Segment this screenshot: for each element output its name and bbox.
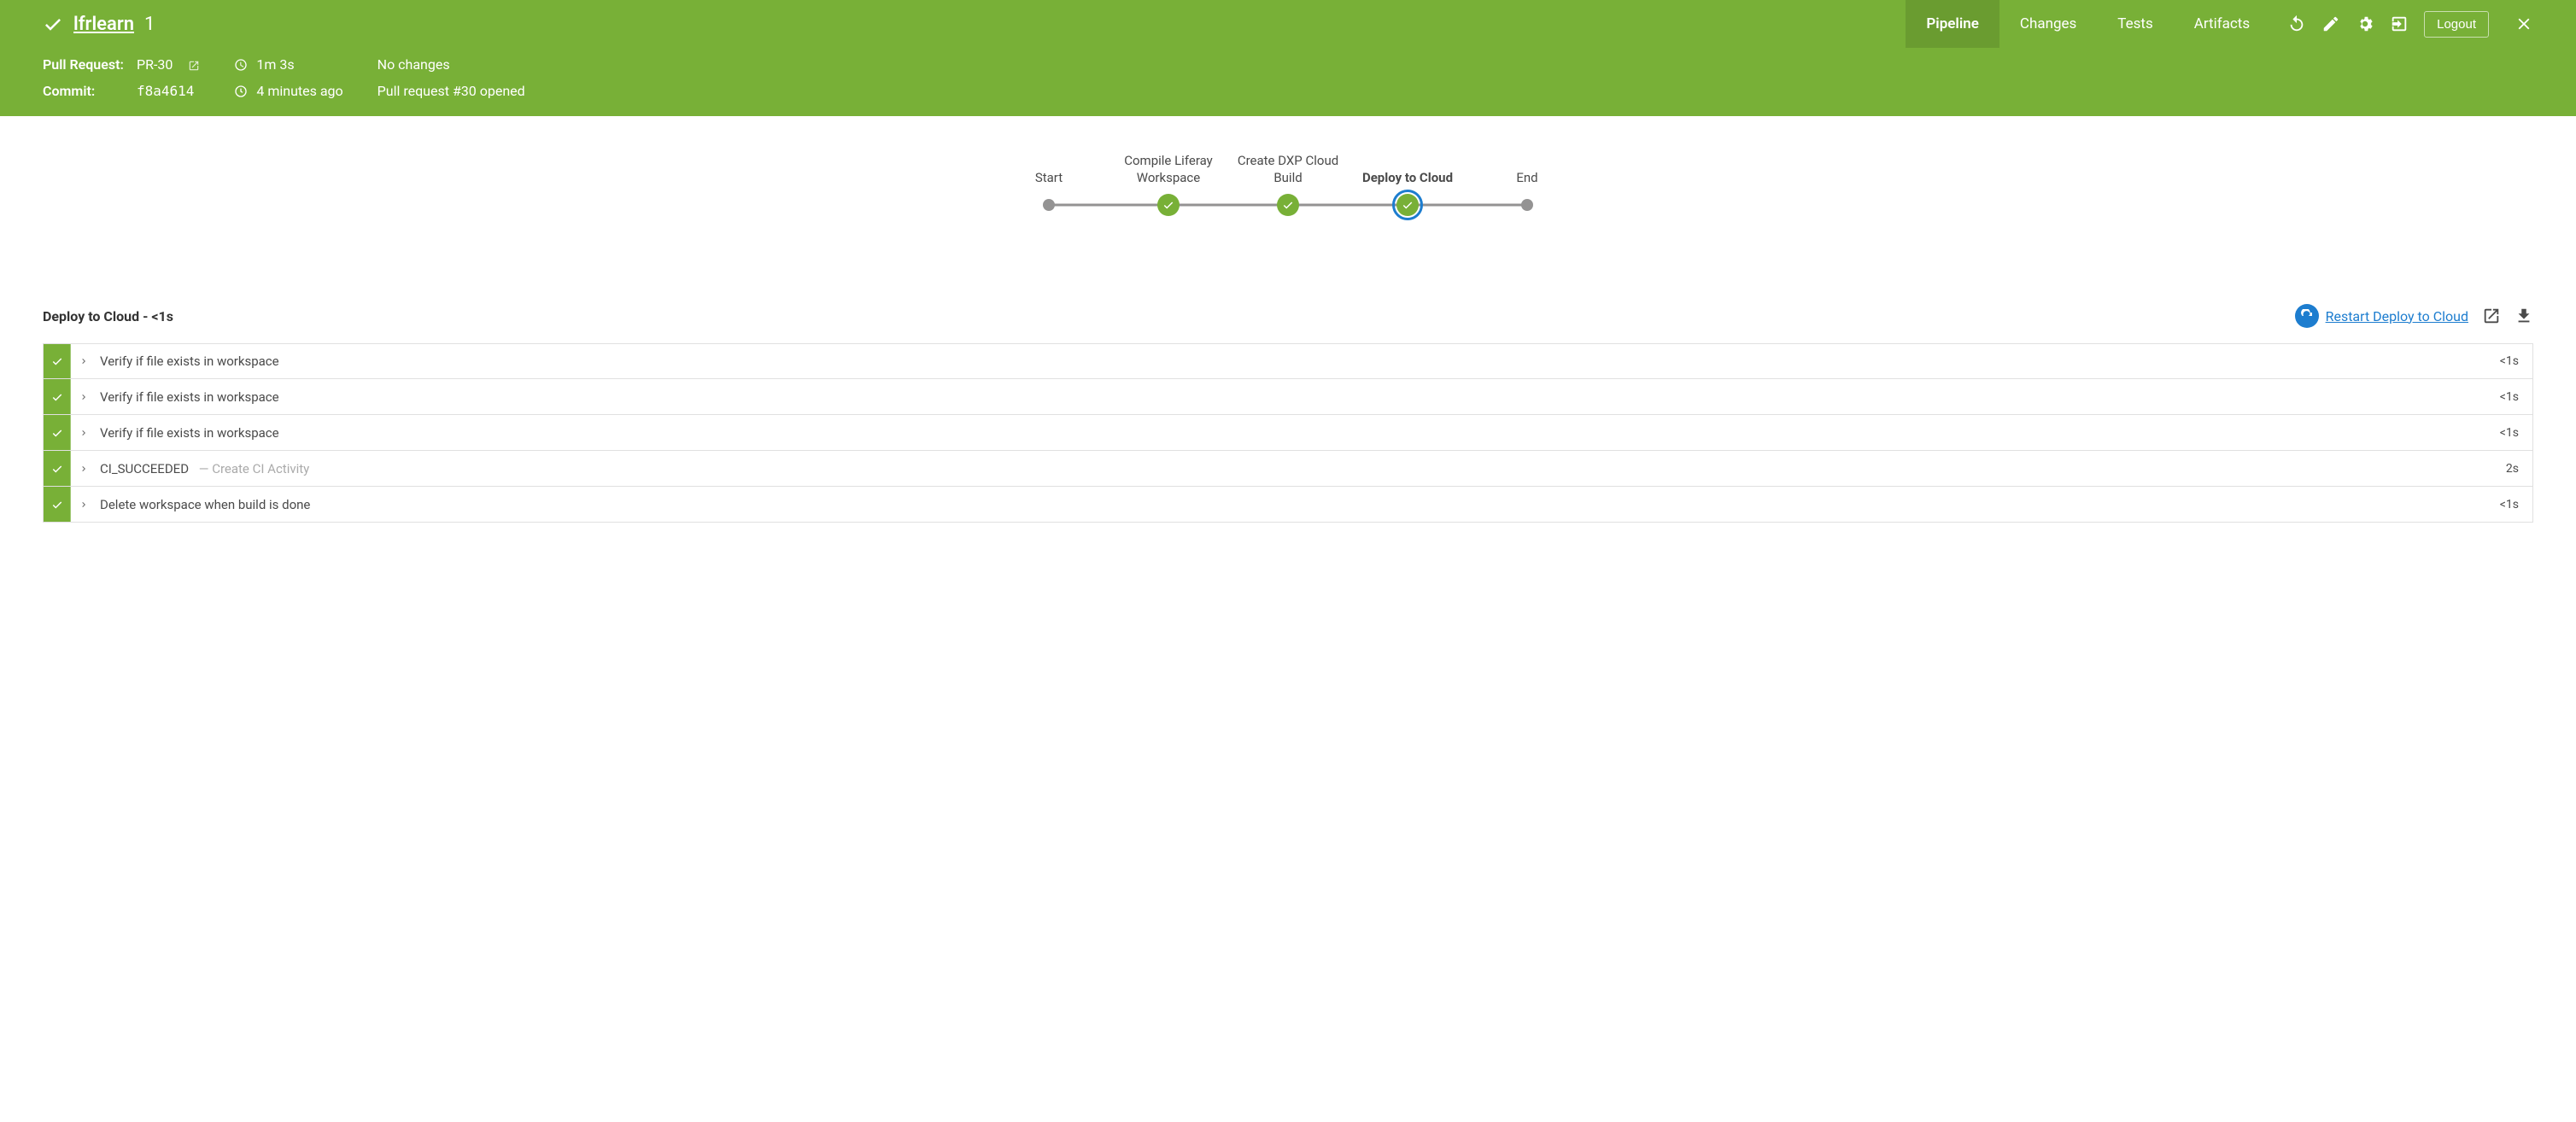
step-row[interactable]: Delete workspace when build is done <1s — [43, 487, 2533, 523]
stage-success-icon[interactable] — [1157, 194, 1180, 216]
step-name: Verify if file exists in workspace — [97, 425, 2486, 441]
stage-success-icon[interactable] — [1277, 194, 1299, 216]
step-success-icon — [44, 487, 71, 522]
run-metadata: Pull Request: PR-30 Commit: f8a4614 1m 3… — [0, 48, 2576, 116]
pipeline-stage[interactable]: Compile Liferay Workspace — [1109, 150, 1228, 219]
step-success-icon — [44, 344, 71, 378]
clock-icon — [234, 85, 248, 98]
tab-changes[interactable]: Changes — [1999, 0, 2097, 48]
stage-dot[interactable] — [1521, 199, 1533, 211]
step-duration: <1s — [2486, 426, 2532, 440]
download-icon[interactable] — [2515, 307, 2533, 325]
duration-icon — [234, 58, 248, 72]
nav-icons: Logout — [2287, 11, 2533, 38]
commit-value: f8a4614 — [137, 83, 194, 99]
restart-link: Restart Deploy to Cloud — [2326, 308, 2468, 324]
stage-success-icon[interactable] — [1396, 194, 1419, 216]
time-value: 4 minutes ago — [256, 83, 342, 99]
chevron-right-icon — [71, 428, 97, 438]
tab-pipeline[interactable]: Pipeline — [1906, 0, 1999, 48]
header-top-bar: lfrlearn 1 Pipeline Changes Tests Artifa… — [0, 0, 2576, 48]
logout-button[interactable]: Logout — [2424, 11, 2489, 38]
stage-dot[interactable] — [1043, 199, 1055, 211]
chevron-right-icon — [71, 500, 97, 510]
stage-label: Create DXP Cloud Build — [1228, 150, 1348, 191]
changes-summary: No changes — [378, 56, 450, 73]
pipeline-stage[interactable]: Create DXP Cloud Build — [1228, 150, 1348, 219]
close-icon[interactable] — [2515, 15, 2533, 33]
chevron-right-icon — [71, 356, 97, 366]
pr-label: Pull Request: — [43, 56, 128, 73]
step-row[interactable]: Verify if file exists in workspace <1s — [43, 415, 2533, 451]
pr-value: PR-30 — [137, 56, 173, 73]
steps-title: Deploy to Cloud - <1s — [43, 308, 173, 324]
stage-label: Start — [1035, 150, 1063, 191]
step-duration: <1s — [2486, 498, 2532, 511]
steps-section: Deploy to Cloud - <1s Restart Deploy to … — [0, 287, 2576, 557]
chevron-right-icon — [71, 392, 97, 402]
restart-icon — [2295, 304, 2319, 328]
step-success-icon — [44, 379, 71, 414]
commit-label: Commit: — [43, 83, 128, 99]
step-row[interactable]: Verify if file exists in workspace <1s — [43, 343, 2533, 379]
pr-event: Pull request #30 opened — [378, 83, 525, 99]
chevron-right-icon — [71, 464, 97, 474]
header: lfrlearn 1 Pipeline Changes Tests Artifa… — [0, 0, 2576, 116]
step-name: Verify if file exists in workspace — [97, 354, 2486, 369]
pipeline-stage[interactable]: End — [1467, 150, 1587, 219]
pipeline-stage[interactable]: Deploy to Cloud — [1348, 150, 1467, 219]
pipeline-visualization: Start Compile Liferay WorkspaceCreate DXP… — [0, 116, 2576, 287]
rerun-icon[interactable] — [2287, 15, 2306, 33]
success-icon — [43, 14, 63, 34]
stage-label: Deploy to Cloud — [1362, 150, 1453, 191]
restart-button[interactable]: Restart Deploy to Cloud — [2295, 304, 2468, 328]
exit-icon[interactable] — [2390, 15, 2409, 33]
stage-label: Compile Liferay Workspace — [1109, 150, 1228, 191]
project-link[interactable]: lfrlearn — [73, 14, 134, 35]
pipeline-stage[interactable]: Start — [989, 150, 1109, 219]
external-link-icon[interactable] — [188, 59, 200, 71]
steps-list: Verify if file exists in workspace <1s V… — [43, 343, 2533, 523]
step-name: CI_SUCCEEDED — Create CI Activity — [97, 461, 2492, 476]
stage-label: End — [1516, 150, 1537, 191]
step-duration: 2s — [2492, 462, 2532, 476]
step-duration: <1s — [2486, 390, 2532, 404]
step-subtitle: — Create CI Activity — [196, 461, 309, 476]
open-external-icon[interactable] — [2482, 307, 2501, 325]
tab-artifacts[interactable]: Artifacts — [2174, 0, 2270, 48]
step-name: Verify if file exists in workspace — [97, 389, 2486, 405]
duration-value: 1m 3s — [256, 56, 294, 73]
step-name: Delete workspace when build is done — [97, 497, 2486, 512]
run-number: 1 — [144, 14, 155, 35]
step-success-icon — [44, 451, 71, 486]
step-duration: <1s — [2486, 354, 2532, 368]
step-row[interactable]: Verify if file exists in workspace <1s — [43, 379, 2533, 415]
edit-icon[interactable] — [2321, 15, 2340, 33]
header-nav: Pipeline Changes Tests Artifacts Logout — [1906, 0, 2533, 48]
step-success-icon — [44, 415, 71, 450]
run-title: lfrlearn 1 — [43, 14, 155, 35]
step-row[interactable]: CI_SUCCEEDED — Create CI Activity 2s — [43, 451, 2533, 487]
tab-tests[interactable]: Tests — [2097, 0, 2173, 48]
gear-icon[interactable] — [2356, 15, 2374, 33]
